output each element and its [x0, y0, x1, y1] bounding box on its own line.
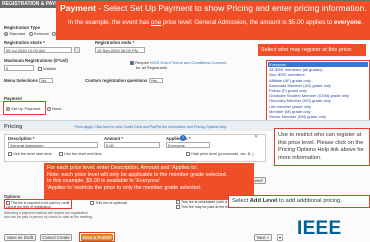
next-button[interactable]: Next »: [254, 234, 272, 241]
use-start-time-label: Use fee level start time: [13, 152, 52, 156]
price-level-callout-line4: 'Applies to' restricts the price to only…: [47, 184, 202, 191]
hide-price-checkbox[interactable]: [186, 152, 190, 156]
reg-ends-input[interactable]: 15 Sep 2020 06:00 PM: [95, 47, 145, 53]
waitlist-checkbox[interactable]: [38, 66, 42, 71]
reg-ends-label: Registration ends *: [95, 40, 135, 45]
chevron-down-icon[interactable]: ▾: [277, 234, 283, 241]
ieee-logo: IEEE: [297, 218, 342, 239]
require-terms-suffix: for all Registrants: [136, 65, 168, 70]
amount-input[interactable]: 5.00: [104, 142, 160, 148]
col-applies-label: Applies To *: [166, 136, 191, 141]
optional-fee-label: This fee is optional: [95, 201, 127, 205]
price-level-callout-line3: In this example, $5.00 is available to '…: [47, 178, 161, 185]
option-optional: This fee is optional: [90, 201, 127, 205]
save-publish-button[interactable]: Save & Publish: [81, 234, 113, 241]
hide-price-option: Hide price level (promocode, etc. B..): [186, 152, 254, 156]
payment-callout-line2: In the example, the event has one price …: [68, 19, 363, 26]
credit-card-option-label: This fee is required to be paid by credi…: [6, 200, 70, 209]
payment-callout-heading: Payment: [60, 3, 96, 13]
payment-callout-line1: Payment - Select Set Up Payment to show …: [60, 3, 367, 13]
use-end-time-checkbox[interactable]: [59, 152, 64, 156]
reg-type-standard-radio[interactable]: [4, 31, 8, 36]
example-mid: price level: General Admission, the amou…: [161, 19, 334, 26]
require-terms: Require IEEE Event Terms and Conditions …: [130, 60, 240, 70]
custom-questions-select[interactable]: Yes: [148, 78, 163, 84]
optional-fee-checkbox[interactable]: [90, 201, 94, 205]
payment-callout: Payment - Select Set Up Payment to show …: [56, 1, 370, 40]
example-everyone: everyone: [333, 19, 362, 26]
setup-payment-radio[interactable]: [6, 106, 10, 111]
custom-questions-label: Custom registration questions: [85, 78, 148, 83]
payment-callout-text: - Select Set Up Payment to show Pricing …: [98, 3, 367, 13]
reg-type-standard-label: Standard: [9, 31, 26, 36]
applies-to-dropdown[interactable]: Everyone All IEEE members (all grades) N…: [266, 60, 370, 126]
price-level-callout-line1: For each price level, enter Description,…: [47, 165, 199, 171]
pricing-header: Pricing: [4, 124, 23, 130]
help-icon[interactable]: ?: [180, 135, 186, 141]
hide-price-label: Hide price level (promocode, etc. B..): [191, 152, 254, 156]
reg-starts-label: Registration starts *: [4, 40, 45, 45]
example-prefix: In the example, the event has: [68, 19, 151, 26]
option-credit-card: This fee is required to be paid by credi…: [4, 199, 72, 209]
price-level-row: [4, 134, 266, 162]
add-level-callout-bold: Add Level: [249, 198, 278, 204]
pay-at-event-checkbox[interactable]: [176, 205, 180, 210]
applies-to-select[interactable]: Everyone: [166, 142, 210, 148]
price-level-callout: For each price level, enter Description,…: [44, 163, 254, 200]
restrict-callout: Use to restrict who can register at this…: [274, 128, 370, 166]
max-reg-input[interactable]: 0: [4, 65, 34, 71]
save-draft-button[interactable]: Save as Draft: [4, 234, 36, 241]
add-level-callout: Select Add Level to add additional prici…: [228, 195, 370, 208]
reg-type-external-label: External: [33, 31, 49, 36]
custom-questions-row: Custom registration questions Yes: [85, 78, 163, 84]
fee-time-options: Use fee level start time Use fee level e…: [8, 152, 102, 156]
pay-at-event-label: This fee may be paid at the event: [180, 205, 235, 209]
options-help-text: Selecting a payment method will require …: [4, 211, 93, 220]
example-end: .: [361, 19, 363, 26]
cancel-create-button[interactable]: Cancel Create: [40, 234, 72, 241]
description-input[interactable]: General Admission: [8, 142, 98, 148]
menu-selections-label: Menu Selections: [4, 78, 38, 83]
use-end-time-label: Use fee level end time: [64, 152, 102, 156]
waitlist-option: Waitlist: [38, 66, 56, 71]
calendar-icon[interactable]: [74, 47, 80, 53]
add-level-callout-prefix: Select: [232, 198, 250, 204]
payment-radios: Set Up Payment None: [6, 106, 62, 111]
add-level-callout-suffix: to add additional pricing.: [277, 198, 342, 204]
who-may-register-callout: Select who may register at this price:: [258, 44, 366, 56]
remove-level-icon[interactable]: ✕: [254, 134, 262, 140]
example-one: one: [150, 19, 162, 26]
col-description-label: Description *: [8, 136, 35, 141]
price-level-callout-line2: Note: each price level will only be appl…: [47, 171, 228, 178]
waitlist-label: Waitlist: [43, 66, 56, 71]
menu-selections-row: Menu Selections No: [4, 78, 54, 84]
pricing-fee-notice-link[interactable]: Fees apply. Click here to view Credit Ca…: [75, 125, 227, 129]
refundable-checkbox[interactable]: [176, 200, 180, 205]
payment-none-radio[interactable]: [46, 106, 51, 111]
reg-type-label: Registration Type: [4, 25, 40, 30]
setup-payment-label: Set Up Payment: [11, 106, 41, 111]
reg-type-external-radio[interactable]: [28, 31, 33, 36]
payment-none-label: None: [52, 106, 62, 111]
col-amount-label: Amount *: [104, 136, 124, 141]
menu-selections-select[interactable]: No: [39, 78, 54, 84]
max-reg-label: Maximum Registrations (0=unl): [4, 58, 68, 63]
use-start-time-checkbox[interactable]: [8, 152, 12, 156]
require-terms-checkbox[interactable]: [130, 60, 134, 65]
reg-starts-input[interactable]: 05 Jul 2020 12:00 AM: [4, 47, 72, 53]
